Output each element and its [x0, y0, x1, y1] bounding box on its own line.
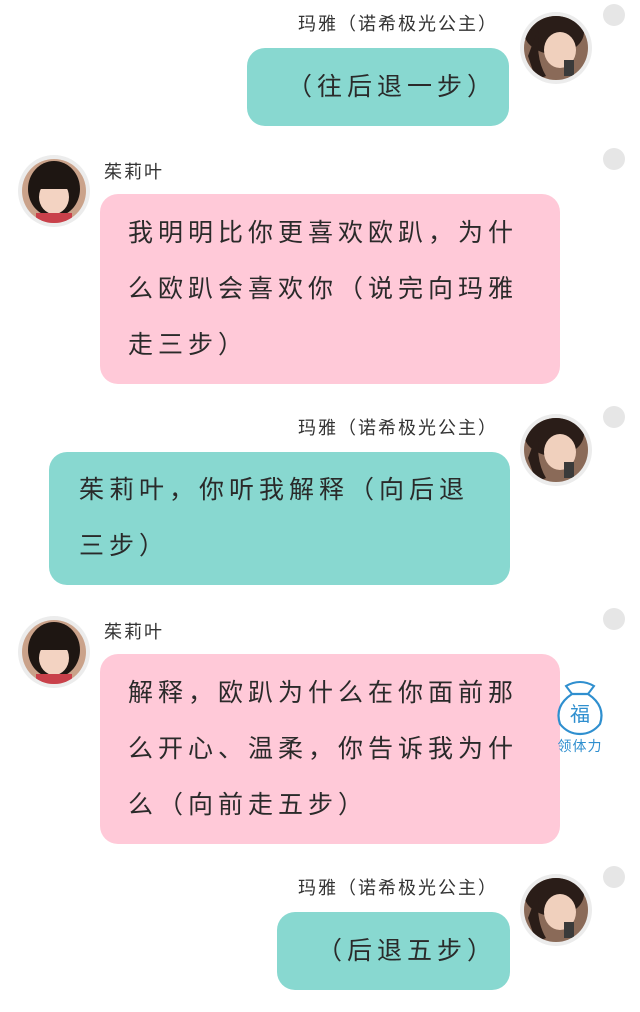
select-dot[interactable]	[603, 406, 625, 428]
message-line: （后退五步）	[317, 936, 498, 965]
sender-name: 玛雅（诺希极光公主）	[298, 418, 498, 439]
sender-name: 茱莉叶	[104, 622, 164, 643]
select-dot[interactable]	[603, 4, 625, 26]
avatar-maya[interactable]	[520, 12, 592, 84]
message-line: 茱莉叶，你听我解释（向后退	[79, 475, 470, 504]
avatar-image	[22, 159, 86, 223]
select-dot[interactable]	[603, 866, 625, 888]
avatar-juliet[interactable]	[18, 616, 90, 688]
message-bubble[interactable]: （后退五步）	[277, 912, 510, 990]
stamina-widget[interactable]: 福 领体力	[548, 676, 612, 758]
sender-name: 茱莉叶	[104, 162, 164, 183]
avatar-image	[22, 620, 86, 684]
message-bubble[interactable]: 茱莉叶，你听我解释（向后退 三步）	[49, 452, 510, 585]
sender-name: 玛雅（诺希极光公主）	[298, 14, 498, 35]
message-line: 三步）	[79, 531, 170, 560]
avatar-image	[524, 16, 588, 80]
message-line: 我明明比你更喜欢欧趴，为什	[128, 218, 519, 247]
avatar-image	[524, 878, 588, 942]
select-dot[interactable]	[603, 148, 625, 170]
sender-name: 玛雅（诺希极光公主）	[298, 878, 498, 899]
bag-glyph: 福	[570, 702, 590, 726]
message-bubble[interactable]: （往后退一步）	[247, 48, 509, 126]
message-bubble[interactable]: 我明明比你更喜欢欧趴，为什 么欧趴会喜欢你（说完向玛雅 走三步）	[100, 194, 560, 384]
message-line: 么欧趴会喜欢你（说完向玛雅	[128, 274, 519, 303]
select-dot[interactable]	[603, 608, 625, 630]
avatar-juliet[interactable]	[18, 155, 90, 227]
message-line: 走三步）	[128, 330, 249, 359]
message-line: （往后退一步）	[287, 72, 498, 101]
message-bubble[interactable]: 解释，欧趴为什么在你面前那 么开心、温柔，你告诉我为什 么（向前走五步）	[100, 654, 560, 844]
avatar-image	[524, 418, 588, 482]
avatar-maya[interactable]	[520, 874, 592, 946]
fortune-bag-icon: 福	[557, 681, 603, 736]
avatar-maya[interactable]	[520, 414, 592, 486]
message-line: 解释，欧趴为什么在你面前那	[128, 678, 519, 707]
stamina-label: 领体力	[557, 739, 603, 755]
message-line: 么开心、温柔，你告诉我为什	[128, 734, 519, 763]
message-line: 么（向前走五步）	[128, 790, 369, 819]
